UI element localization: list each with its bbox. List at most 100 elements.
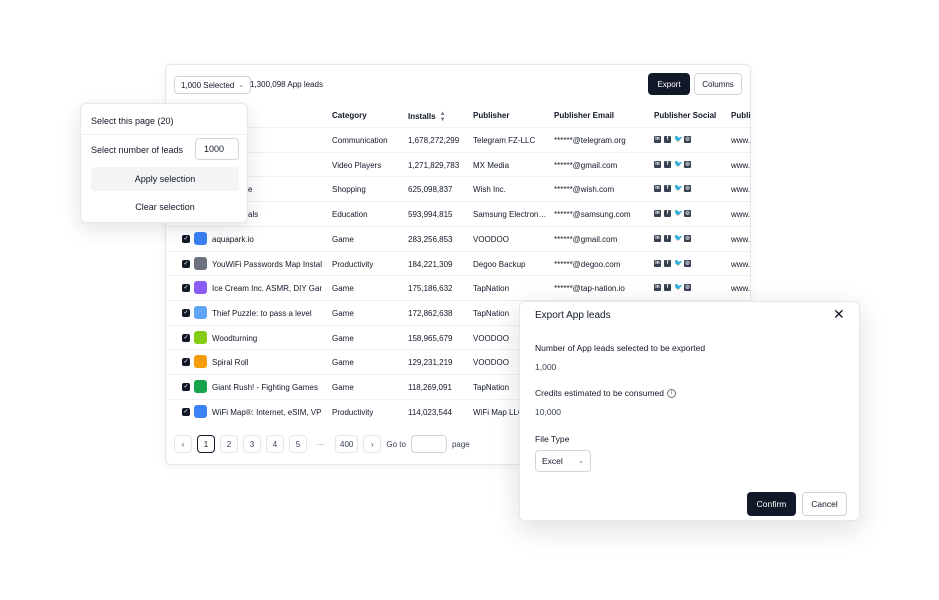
table-row[interactable]: Global GoalsEducation593,994,815Samsung … [166,201,750,226]
linkedin-icon[interactable]: in [654,234,661,242]
app-icon [194,256,207,270]
instagram-icon[interactable]: ◎ [684,185,691,193]
facebook-icon[interactable]: f [664,284,671,292]
goto-label: Go to [386,439,406,449]
category-cell: Education [332,210,368,220]
selection-dropdown-label: 1,000 Selected [181,80,235,90]
table-row[interactable]: ✓ YouWiFi Passwords Map Instal Productivit… [166,250,750,276]
linkedin-icon[interactable]: in [654,259,661,267]
twitter-icon[interactable]: 🐦 [674,260,683,267]
linkedin-icon[interactable]: in [654,136,661,143]
facebook-icon[interactable]: f [664,160,671,168]
installs-cell: 172,862,638 [408,308,453,318]
credits-label: Credits estimated to be consumed [535,388,664,398]
row-checkbox[interactable]: ✓ [182,234,190,243]
publisher-site-cell: www. [731,160,751,170]
social-links: in f 🐦 ◎ [654,136,691,143]
pagination: ‹ 1 2 3 4 5 ··· 400 › Go to page [174,435,470,453]
page-button[interactable]: 5 [289,435,307,453]
info-icon[interactable]: i [666,389,676,399]
cancel-button[interactable]: Cancel [802,492,847,516]
confirm-button[interactable]: Confirm [747,492,796,516]
select-this-page-option[interactable]: Select this page (20) [91,116,174,126]
column-header-publisher-site[interactable]: Publis [731,111,750,120]
app-name-cell: Thief Puzzle: to pass a level [212,308,312,318]
table-row[interactable]: ✓ aquapark.io Game 283,256,853 VOODOO ******@… [166,225,750,251]
facebook-icon[interactable]: f [664,185,671,193]
table-row[interactable]: ✓ Ice Cream Inc. ASMR, DIY Gam Game 175,186… [166,275,750,300]
social-links: in f 🐦 ◎ [654,234,691,242]
close-icon[interactable]: ✕ [833,306,845,323]
linkedin-icon[interactable]: in [654,160,661,168]
lead-count-input[interactable]: 1000 [195,138,239,160]
installs-cell: 184,221,309 [408,259,453,269]
instagram-icon[interactable]: ◎ [684,160,691,168]
publisher-cell: Degoo Backup [473,259,526,269]
row-checkbox[interactable]: ✓ [182,358,190,367]
chevron-down-icon: ⌄ [578,458,584,465]
column-header-category[interactable]: Category [332,111,367,120]
row-checkbox[interactable]: ✓ [182,333,190,342]
row-checkbox[interactable]: ✓ [182,308,190,317]
facebook-icon[interactable]: f [664,259,671,267]
installs-cell: 129,231,219 [408,358,453,368]
twitter-icon[interactable]: 🐦 [674,185,683,192]
app-name-cell: WiFi Map®: Internet, eSIM, VPN [212,407,322,417]
column-header-installs[interactable]: Installs ▲ ▼ [408,111,446,123]
table-row[interactable]: Video Players 1,271,829,783 MX Media ******… [166,151,751,177]
publisher-cell: VOODOO [473,234,510,244]
column-header-publisher[interactable]: Publisher [473,111,509,120]
select-number-label: Select number of leads [91,145,184,155]
sort-icon[interactable]: ▲ ▼ [440,111,446,123]
column-header-installs-label: Installs [408,112,436,122]
column-header-publisher-email[interactable]: Publisher Email [554,111,614,120]
page-button[interactable]: 1 [197,435,215,453]
facebook-icon[interactable]: f [664,234,671,242]
app-name-cell: Ice Cream Inc. ASMR, DIY Gam [212,284,322,294]
twitter-icon[interactable]: 🐦 [674,284,683,291]
category-cell: Productivity [332,259,374,269]
table-row[interactable]: Communication 1,678,272,299 Telegram FZ-LL… [166,127,750,152]
selection-dropdown[interactable]: 1,000 Selected ⌄ [174,76,252,94]
row-checkbox[interactable]: ✓ [182,407,190,416]
instagram-icon[interactable]: ◎ [684,210,691,218]
facebook-icon[interactable]: f [664,136,671,143]
page-button[interactable]: 3 [243,435,261,453]
apply-selection-button[interactable]: Apply selection [91,167,239,191]
twitter-icon[interactable]: 🐦 [674,161,683,168]
next-page-button[interactable]: › [363,435,382,453]
column-header-publisher-social[interactable]: Publisher Social [654,111,716,120]
installs-cell: 1,271,829,783 [408,160,460,170]
app-icon [194,380,207,393]
linkedin-icon[interactable]: in [654,284,661,292]
columns-button[interactable]: Columns [694,73,742,95]
clear-selection-button[interactable]: Clear selection [91,198,239,216]
linkedin-icon[interactable]: in [654,185,661,193]
twitter-icon[interactable]: 🐦 [674,235,683,242]
page-button[interactable]: 4 [266,435,284,453]
export-button[interactable]: Export [648,73,690,95]
publisher-cell: MX Media [473,160,510,170]
facebook-icon[interactable]: f [664,210,671,218]
row-checkbox[interactable]: ✓ [182,284,190,293]
app-icon [194,281,207,295]
instagram-icon[interactable]: ◎ [684,284,691,292]
instagram-icon[interactable]: ◎ [684,259,691,267]
row-checkbox[interactable]: ✓ [182,383,190,391]
app-name-cell: aquapark.io [212,234,254,244]
pagination-ellipsis[interactable]: ··· [312,435,330,453]
page-button[interactable]: 2 [220,435,238,453]
twitter-icon[interactable]: 🐦 [674,210,683,217]
goto-page-input[interactable] [410,435,447,453]
instagram-icon[interactable]: ◎ [684,234,691,242]
app-icon [194,305,207,319]
file-type-select[interactable]: Excel ⌄ [535,450,591,472]
last-page-button[interactable]: 400 [335,435,359,453]
instagram-icon[interactable]: ◎ [684,136,691,143]
table-row[interactable]: p and SaveShopping625,098,837Wish Inc.**… [166,176,750,201]
row-checkbox[interactable]: ✓ [182,259,190,268]
social-links: in f 🐦 ◎ [654,284,691,292]
twitter-icon[interactable]: 🐦 [674,136,683,143]
linkedin-icon[interactable]: in [654,210,661,218]
prev-page-button[interactable]: ‹ [174,435,192,453]
